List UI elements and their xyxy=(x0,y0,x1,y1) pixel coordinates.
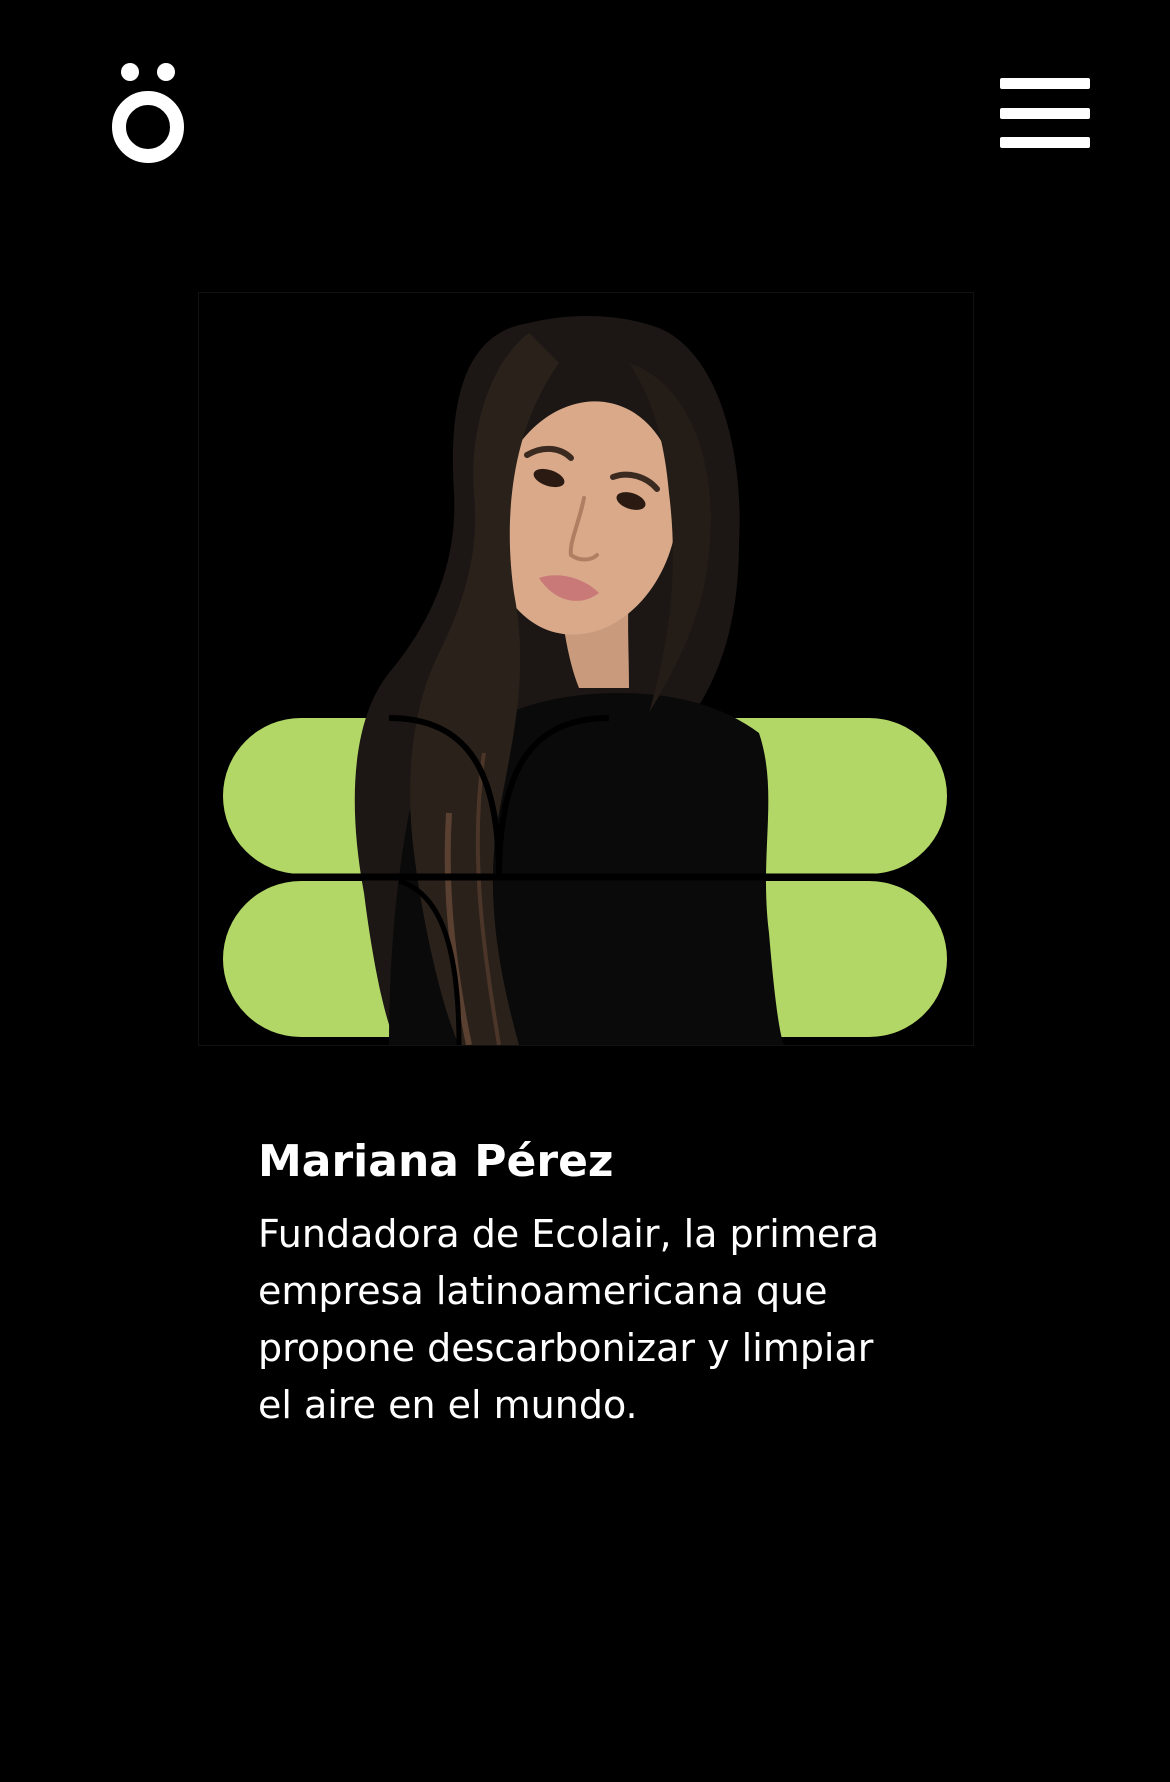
site-header xyxy=(0,0,1170,200)
profile-description: Fundadora de Ecolair, la primera empresa… xyxy=(258,1212,880,1427)
profile-photo xyxy=(198,292,974,1046)
profile-bio: Mariana Pérez Fundadora de Ecolair, la p… xyxy=(258,1132,958,1434)
hamburger-menu-icon[interactable] xyxy=(1000,78,1100,148)
portrait-illustration xyxy=(223,316,947,1045)
menu-line xyxy=(1000,107,1090,119)
logo-icon[interactable] xyxy=(98,52,202,172)
menu-line xyxy=(1000,78,1090,89)
profile-name: Mariana Pérez xyxy=(258,1136,614,1187)
menu-line xyxy=(1000,137,1090,148)
